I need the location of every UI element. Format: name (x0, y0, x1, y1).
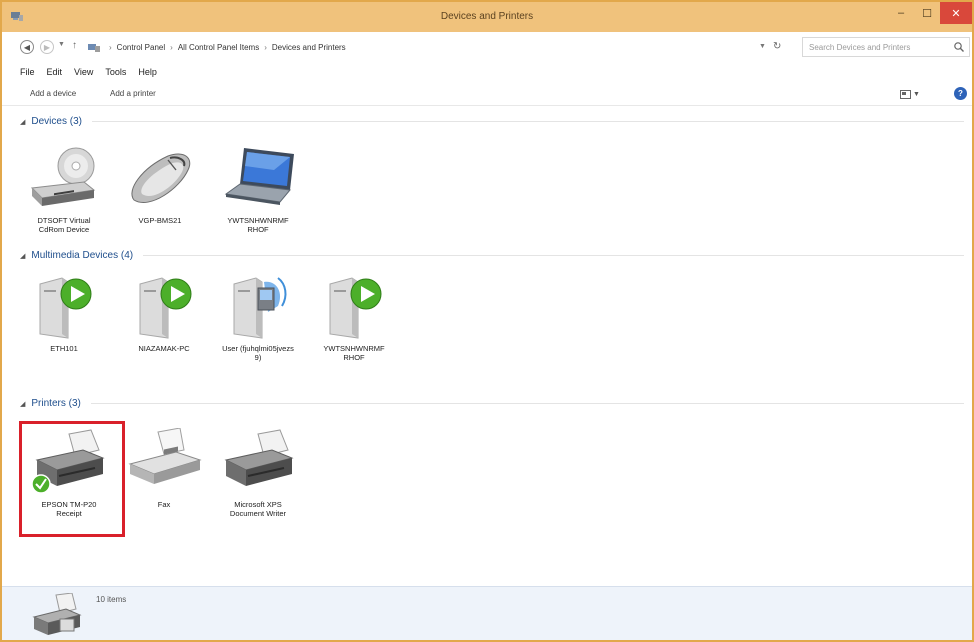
breadcrumb-devices-printers[interactable]: Devices and Printers (272, 43, 346, 52)
menu-tools[interactable]: Tools (105, 67, 126, 77)
mouse-icon (120, 144, 200, 214)
minimize-button[interactable]: – (888, 2, 914, 24)
address-dropdown-chevron-icon[interactable]: ▼ (759, 43, 766, 50)
refresh-icon[interactable]: ↻ (773, 41, 781, 52)
recent-locations-chevron-icon[interactable]: ▼ (58, 41, 65, 48)
multimedia-device-item[interactable]: YWTSNHWNRMF RHOF (314, 272, 394, 362)
printer-item[interactable]: Fax (124, 427, 204, 509)
add-printer-button[interactable]: Add a printer (110, 89, 156, 98)
printer-label: Microsoft XPS Document Writer (229, 500, 287, 518)
control-panel-icon (88, 44, 100, 52)
group-title: Devices (3) (31, 116, 82, 127)
search-box[interactable] (802, 37, 970, 57)
item-count: 10 items (96, 595, 127, 604)
group-header-printers[interactable]: ◢ Printers (3) (20, 398, 964, 409)
help-button[interactable]: ? (954, 87, 967, 100)
printer-icon (32, 593, 82, 635)
menu-view[interactable]: View (74, 67, 93, 77)
breadcrumb-separator: › (109, 43, 112, 52)
view-icon (900, 89, 911, 99)
multimedia-device-item[interactable]: User (fjuhqlmi05jvezs 9) (218, 272, 298, 362)
group-divider (91, 121, 964, 122)
media-server-play-icon (124, 272, 204, 342)
menu-bar: File Edit View Tools Help (2, 62, 972, 82)
address-bar[interactable]: › Control Panel › All Control Panel Item… (86, 37, 786, 57)
cdrom-drive-icon (24, 144, 104, 214)
close-button[interactable]: ✕ (940, 2, 972, 24)
breadcrumb: › Control Panel › All Control Panel Item… (109, 43, 346, 52)
device-label: VGP-BMS21 (138, 216, 182, 225)
up-arrow-icon[interactable]: ↑ (72, 40, 77, 51)
multimedia-device-item[interactable]: NIAZAMAK-PC (124, 272, 204, 353)
device-label: YWTSNHWNRMF RHOF (323, 344, 385, 362)
printer-icon (218, 428, 298, 498)
menu-file[interactable]: File (20, 67, 35, 77)
media-server-music-icon (218, 272, 298, 342)
breadcrumb-separator: › (170, 43, 173, 52)
device-label: YWTSNHWNRMF RHOF (227, 216, 289, 234)
details-pane: 10 items (2, 586, 972, 640)
device-item[interactable]: YWTSNHWNRMF RHOF (218, 144, 298, 234)
group-title: Printers (3) (31, 398, 81, 409)
menu-edit[interactable]: Edit (47, 67, 63, 77)
add-device-button[interactable]: Add a device (30, 89, 76, 98)
fax-icon (124, 427, 204, 498)
printer-label: Fax (157, 500, 171, 509)
breadcrumb-all-items[interactable]: All Control Panel Items (178, 43, 259, 52)
search-icon[interactable] (953, 41, 965, 53)
menu-help[interactable]: Help (138, 67, 157, 77)
window-title: Devices and Printers (440, 11, 534, 22)
device-label: ETH101 (50, 344, 78, 353)
devices-printers-window: Devices and Printers – ☐ ✕ ◀ ▶ ▼ ↑ › Con… (0, 0, 974, 642)
printer-item[interactable]: Microsoft XPS Document Writer (218, 428, 298, 518)
change-view-button[interactable]: ▼ (900, 88, 920, 100)
breadcrumb-control-panel[interactable]: Control Panel (117, 43, 165, 52)
group-title: Multimedia Devices (4) (31, 250, 134, 261)
back-button[interactable]: ◀ (20, 40, 34, 54)
media-server-play-icon (314, 272, 394, 342)
multimedia-device-item[interactable]: ETH101 (24, 272, 104, 353)
device-label: DTSOFT Virtual CdRom Device (37, 216, 91, 234)
collapse-triangle-icon[interactable]: ◢ (20, 400, 25, 408)
collapse-triangle-icon[interactable]: ◢ (20, 252, 25, 260)
selected-printer-highlight (19, 421, 125, 537)
maximize-button[interactable]: ☐ (914, 2, 940, 24)
breadcrumb-separator: › (264, 43, 267, 52)
group-header-devices[interactable]: ◢ Devices (3) (20, 116, 964, 127)
collapse-triangle-icon[interactable]: ◢ (20, 118, 25, 126)
device-label: User (fjuhqlmi05jvezs 9) (222, 344, 294, 362)
laptop-icon (218, 144, 298, 214)
group-header-multimedia[interactable]: ◢ Multimedia Devices (4) (20, 250, 964, 261)
address-row: ◀ ▶ ▼ ↑ › Control Panel › All Control Pa… (2, 32, 972, 62)
device-label: NIAZAMAK-PC (138, 344, 190, 353)
group-divider (143, 255, 964, 256)
device-item[interactable]: VGP-BMS21 (120, 144, 200, 225)
view-chevron-down-icon: ▼ (913, 90, 920, 98)
title-bar[interactable]: Devices and Printers – ☐ ✕ (2, 2, 972, 32)
command-bar: Add a device Add a printer ▼ ? (2, 82, 972, 106)
search-input[interactable] (809, 42, 945, 53)
media-server-play-icon (24, 272, 104, 342)
group-divider (90, 403, 964, 404)
forward-button[interactable]: ▶ (40, 40, 54, 54)
devices-content-pane[interactable]: ◢ Devices (3) DTSOFT Virtual CdRom Devic… (2, 106, 972, 586)
device-item[interactable]: DTSOFT Virtual CdRom Device (24, 144, 104, 234)
